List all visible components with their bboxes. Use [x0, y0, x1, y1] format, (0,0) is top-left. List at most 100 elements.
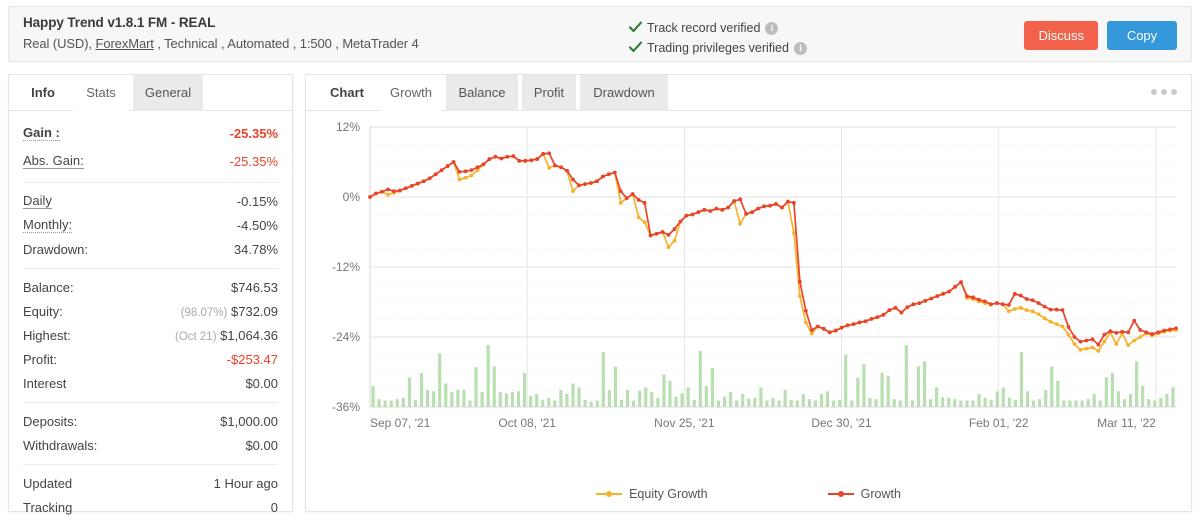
series-point: [1120, 330, 1124, 334]
stat-row: Profit:-$253.47: [23, 347, 278, 371]
stat-label: Equity:: [23, 304, 63, 319]
volume-bar: [699, 351, 702, 407]
tab-chart[interactable]: Chart: [318, 75, 376, 111]
check-icon: [629, 21, 642, 34]
volume-bar: [614, 367, 617, 407]
volume-bar: [705, 386, 708, 407]
series-point: [440, 168, 444, 172]
series-point: [1019, 294, 1023, 298]
verification-row: Trading privileges verified i: [629, 38, 807, 58]
series-point: [792, 201, 796, 205]
volume-bar: [402, 398, 405, 407]
volume-bar: [426, 390, 429, 407]
volume-bar: [1105, 377, 1108, 407]
volume-bar: [899, 400, 902, 407]
volume-bar: [468, 400, 471, 407]
volume-bar: [577, 387, 580, 407]
series-point: [637, 198, 641, 202]
stat-value: $1,064.36: [220, 328, 278, 343]
volume-bar: [1032, 400, 1035, 407]
series-point: [816, 325, 820, 329]
volume-bar: [887, 376, 890, 407]
volume-bar: [808, 399, 811, 407]
volume-bar: [541, 400, 544, 407]
volume-bar: [378, 399, 381, 407]
legend-item-growth[interactable]: Growth: [828, 487, 901, 501]
verification-label: Track record verified: [647, 21, 760, 35]
volume-bar: [414, 400, 417, 407]
broker-link[interactable]: ForexMart: [95, 36, 153, 51]
stat-label[interactable]: Gain :: [23, 126, 60, 141]
tab-general[interactable]: General: [133, 75, 203, 111]
volume-bar: [584, 400, 587, 407]
series-point: [1174, 326, 1178, 330]
series-point: [1079, 340, 1083, 344]
volume-bar: [838, 400, 841, 407]
series-point: [1037, 301, 1041, 305]
volume-bar: [547, 398, 550, 407]
series-point: [1162, 329, 1166, 333]
series-point: [947, 290, 951, 294]
series-point: [989, 302, 993, 306]
discuss-button[interactable]: Discuss: [1024, 21, 1098, 50]
volume-bar: [868, 398, 871, 407]
volume-bar: [923, 361, 926, 407]
series-point: [804, 321, 808, 325]
series-point: [517, 159, 521, 163]
stat-value-prefix: (98.07%): [181, 307, 228, 319]
volume-bar: [862, 364, 865, 407]
tab-stats[interactable]: Stats: [73, 75, 129, 111]
series-point: [583, 182, 587, 186]
tab-growth[interactable]: Growth: [380, 75, 442, 111]
stat-label[interactable]: Abs. Gain:: [23, 154, 84, 169]
series-point: [1091, 346, 1095, 350]
series-point: [702, 208, 706, 212]
volume-bar: [650, 392, 653, 407]
tab-profit[interactable]: Profit: [522, 75, 576, 111]
volume-bar: [826, 391, 829, 407]
volume-bar: [917, 367, 920, 407]
volume-bar: [487, 345, 490, 407]
legend-label: Equity Growth: [629, 487, 708, 501]
series-point: [995, 301, 999, 305]
stat-label: Tracking: [23, 500, 72, 515]
series-point: [1055, 308, 1059, 312]
tab-balance[interactable]: Balance: [446, 75, 518, 111]
volume-bar: [1141, 386, 1144, 407]
stat-label[interactable]: Monthly:: [23, 218, 72, 233]
series-point: [696, 210, 700, 214]
series-point: [941, 292, 945, 296]
volume-bar: [523, 373, 526, 407]
series-point: [1073, 342, 1077, 346]
series-point: [535, 157, 539, 161]
volume-bar: [844, 355, 847, 407]
series-point: [1019, 306, 1023, 310]
x-axis-tick-label: Sep 07, '21: [370, 416, 431, 430]
legend-swatch-equity-growth: [596, 489, 622, 499]
info-icon[interactable]: i: [765, 22, 778, 35]
legend-item-equity-growth[interactable]: Equity Growth: [596, 487, 708, 501]
volume-bar: [620, 400, 623, 407]
volume-bar: [505, 393, 508, 407]
info-icon[interactable]: i: [794, 42, 807, 55]
stat-label[interactable]: Daily: [23, 194, 52, 209]
more-horizontal-icon[interactable]: [1151, 86, 1177, 98]
series-point: [691, 213, 695, 217]
stat-value: $732.09: [231, 304, 278, 319]
volume-bar: [1002, 387, 1005, 407]
volume-bar: [929, 399, 932, 407]
series-point: [1073, 335, 1077, 339]
volume-bar: [662, 374, 665, 407]
tab-drawdown[interactable]: Drawdown: [580, 75, 668, 111]
series-point: [1013, 307, 1017, 311]
series-point: [452, 160, 456, 164]
copy-button[interactable]: Copy: [1107, 21, 1177, 50]
series-point: [905, 305, 909, 309]
volume-bar: [529, 396, 532, 407]
series-point: [1049, 320, 1053, 324]
volume-bar: [553, 400, 556, 407]
series-point: [434, 172, 438, 176]
stat-label: Updated: [23, 476, 72, 491]
tab-info[interactable]: Info: [17, 75, 69, 111]
divider: [23, 182, 278, 183]
